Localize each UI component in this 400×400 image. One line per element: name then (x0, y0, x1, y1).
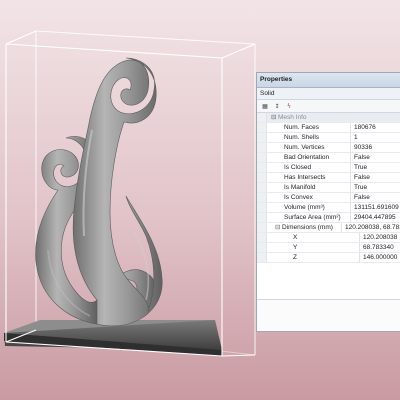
property-row[interactable]: Bad Orientation False (257, 153, 400, 163)
categorized-view-icon[interactable]: ▦ (260, 102, 270, 111)
lightning-icon[interactable]: ϟ (284, 102, 294, 111)
property-key: Bad Orientation (267, 153, 351, 162)
property-key: X (267, 233, 360, 242)
property-key: Is Convex (267, 193, 351, 202)
property-row[interactable]: Is Closed True (257, 163, 400, 173)
description-area (257, 300, 400, 331)
property-grid: ⊟ Mesh Info Num. Faces 180676 Num. Shells 1… (257, 113, 400, 263)
property-value: 146.000000 (363, 254, 398, 261)
property-row[interactable]: Volume (mm³) 131151.691609 (257, 203, 400, 213)
property-row[interactable]: Surface Area (mm²) 29404.447895 (257, 213, 400, 223)
sort-alpha-icon[interactable]: ↕ (272, 102, 282, 111)
property-row[interactable]: Num. Vertices 90336 (257, 143, 400, 153)
property-value: True (354, 184, 368, 191)
property-value: False (354, 174, 370, 181)
sculpture-model (35, 57, 163, 327)
property-key: Volume (mm³) (267, 203, 351, 212)
property-value: 120.208038 (363, 234, 398, 241)
property-row[interactable]: Num. Faces 180676 (257, 123, 400, 133)
property-value: 29404.447895 (354, 214, 396, 221)
property-value: 68.783340 (363, 244, 394, 251)
panel-title: Properties (257, 73, 400, 88)
property-value: False (354, 194, 370, 201)
property-key: Surface Area (mm²) (267, 213, 351, 222)
dimension-y-row[interactable]: Y 68.783340 (257, 243, 400, 253)
dimension-z-row[interactable]: Z 146.000000 (257, 253, 400, 263)
property-value: True (354, 164, 368, 171)
property-key: Is Manifold (267, 183, 351, 192)
property-key: Y (267, 243, 360, 252)
property-row[interactable]: Is Manifold True (257, 183, 400, 193)
properties-panel: Properties Solid ▦ ↕ ϟ ⊟ Mesh Info Num. F… (256, 72, 400, 332)
property-row[interactable]: Num. Shells 1 (257, 133, 400, 143)
property-value: 90336 (354, 144, 373, 151)
property-value: 180676 (354, 124, 376, 131)
property-value: 120.208038, 68.783340, 146.000000 (345, 224, 400, 231)
property-row[interactable]: Has Intersects False (257, 173, 400, 183)
category-mesh-info[interactable]: ⊟ Mesh Info (257, 113, 400, 123)
3d-viewport[interactable]: Properties Solid ▦ ↕ ϟ ⊟ Mesh Info Num. F… (0, 0, 400, 400)
collapse-icon[interactable]: ⊟ (275, 223, 282, 232)
property-key: Num. Vertices (267, 143, 351, 152)
property-key: Num. Shells (267, 133, 351, 142)
dimension-x-row[interactable]: X 120.208038 (257, 233, 400, 243)
property-value: 131151.691609 (354, 204, 399, 211)
category-label: Mesh Info (278, 114, 307, 121)
property-key: Is Closed (267, 163, 351, 172)
property-key: Z (267, 253, 360, 262)
property-value: False (354, 154, 370, 161)
panel-toolbar: ▦ ↕ ϟ (257, 100, 400, 113)
property-row[interactable]: Is Convex False (257, 193, 400, 203)
property-key: Num. Faces (267, 123, 351, 132)
dimensions-row[interactable]: ⊟Dimensions (mm) 120.208038, 68.783340, 1… (257, 223, 400, 233)
property-key: Has Intersects (267, 173, 351, 182)
property-value: 1 (354, 134, 358, 141)
property-key: Dimensions (mm) (282, 224, 333, 231)
object-type-selector[interactable]: Solid (257, 88, 400, 100)
collapse-icon[interactable]: ⊟ (271, 113, 278, 122)
